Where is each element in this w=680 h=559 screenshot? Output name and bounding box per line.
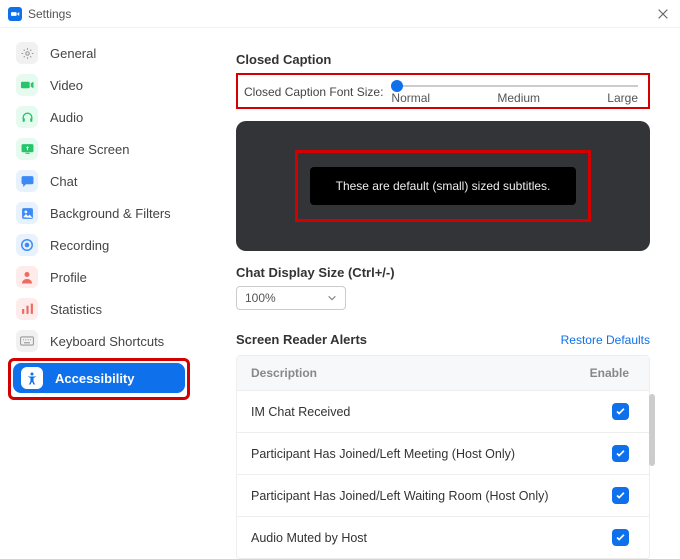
- enable-checkbox[interactable]: [612, 445, 629, 462]
- enable-checkbox[interactable]: [612, 403, 629, 420]
- sidebar-item-label: Recording: [50, 238, 109, 253]
- sidebar-item-statistics[interactable]: Statistics: [8, 294, 190, 324]
- sidebar-item-label: General: [50, 46, 96, 61]
- alerts-table: Description Enable IM Chat Received Part…: [236, 355, 650, 559]
- slider-tick-medium: Medium: [497, 91, 540, 105]
- annotation-highlight: Closed Caption Font Size: Normal Medium …: [236, 73, 650, 109]
- slider-tick-normal: Normal: [391, 91, 430, 105]
- alert-description: Participant Has Joined/Left Waiting Room…: [251, 489, 575, 503]
- sidebar-item-label: Share Screen: [50, 142, 130, 157]
- table-row: Participant Has Joined/Left Meeting (Hos…: [237, 432, 649, 474]
- statistics-icon: [16, 298, 38, 320]
- gear-icon: [16, 42, 38, 64]
- caption-preview: These are default (small) sized subtitle…: [236, 121, 650, 251]
- sidebar-item-label: Keyboard Shortcuts: [50, 334, 164, 349]
- sidebar-item-label: Chat: [50, 174, 77, 189]
- sidebar-item-general[interactable]: General: [8, 38, 190, 68]
- accessibility-icon: [21, 367, 43, 389]
- sidebar-item-video[interactable]: Video: [8, 70, 190, 100]
- close-button[interactable]: [656, 7, 670, 21]
- table-row: Audio Muted by Host: [237, 516, 649, 558]
- sidebar-item-audio[interactable]: Audio: [8, 102, 190, 132]
- sidebar-item-accessibility[interactable]: Accessibility: [13, 363, 185, 393]
- profile-icon: [16, 266, 38, 288]
- background-icon: [16, 202, 38, 224]
- sidebar-item-label: Profile: [50, 270, 87, 285]
- sidebar-item-label: Statistics: [50, 302, 102, 317]
- sidebar: General Video Audio Share Screen Chat Ba…: [0, 28, 198, 559]
- font-size-label: Closed Caption Font Size:: [244, 85, 383, 99]
- slider-tick-large: Large: [607, 91, 638, 105]
- alert-description: IM Chat Received: [251, 405, 575, 419]
- restore-defaults-link[interactable]: Restore Defaults: [561, 333, 650, 347]
- sidebar-item-chat[interactable]: Chat: [8, 166, 190, 196]
- sidebar-item-label: Audio: [50, 110, 83, 125]
- sidebar-item-keyboard[interactable]: Keyboard Shortcuts: [8, 326, 190, 356]
- content-pane: Closed Caption Closed Caption Font Size:…: [198, 28, 680, 559]
- enable-checkbox[interactable]: [612, 529, 629, 546]
- sidebar-item-recording[interactable]: Recording: [8, 230, 190, 260]
- recording-icon: [16, 234, 38, 256]
- col-description: Description: [251, 366, 575, 380]
- screen-reader-alerts-heading: Screen Reader Alerts: [236, 332, 367, 347]
- col-enable: Enable: [575, 366, 635, 380]
- video-icon: [16, 74, 38, 96]
- sidebar-item-profile[interactable]: Profile: [8, 262, 190, 292]
- titlebar: Settings: [0, 0, 680, 28]
- sidebar-item-background[interactable]: Background & Filters: [8, 198, 190, 228]
- sidebar-item-share-screen[interactable]: Share Screen: [8, 134, 190, 164]
- sidebar-item-label: Background & Filters: [50, 206, 171, 221]
- annotation-highlight: Accessibility: [8, 358, 190, 400]
- table-row: IM Chat Received: [237, 390, 649, 432]
- table-row: Participant Has Joined/Left Waiting Room…: [237, 474, 649, 516]
- chat-icon: [16, 170, 38, 192]
- chevron-down-icon: [327, 293, 337, 303]
- font-size-slider[interactable]: Normal Medium Large: [391, 79, 638, 105]
- sidebar-item-label: Video: [50, 78, 83, 93]
- share-screen-icon: [16, 138, 38, 160]
- chat-size-select[interactable]: 100%: [236, 286, 346, 310]
- zoom-logo-icon: [8, 7, 22, 21]
- alert-description: Participant Has Joined/Left Meeting (Hos…: [251, 447, 575, 461]
- headphones-icon: [16, 106, 38, 128]
- scrollbar-thumb[interactable]: [649, 394, 655, 466]
- sidebar-item-label: Accessibility: [55, 371, 135, 386]
- window-title: Settings: [28, 7, 71, 21]
- alert-description: Audio Muted by Host: [251, 531, 575, 545]
- keyboard-icon: [16, 330, 38, 352]
- annotation-highlight: These are default (small) sized subtitle…: [295, 150, 592, 222]
- chat-size-heading: Chat Display Size (Ctrl+/-): [236, 265, 650, 280]
- enable-checkbox[interactable]: [612, 487, 629, 504]
- subtitle-sample: These are default (small) sized subtitle…: [310, 167, 577, 205]
- closed-caption-heading: Closed Caption: [236, 52, 650, 67]
- chat-size-value: 100%: [245, 291, 276, 305]
